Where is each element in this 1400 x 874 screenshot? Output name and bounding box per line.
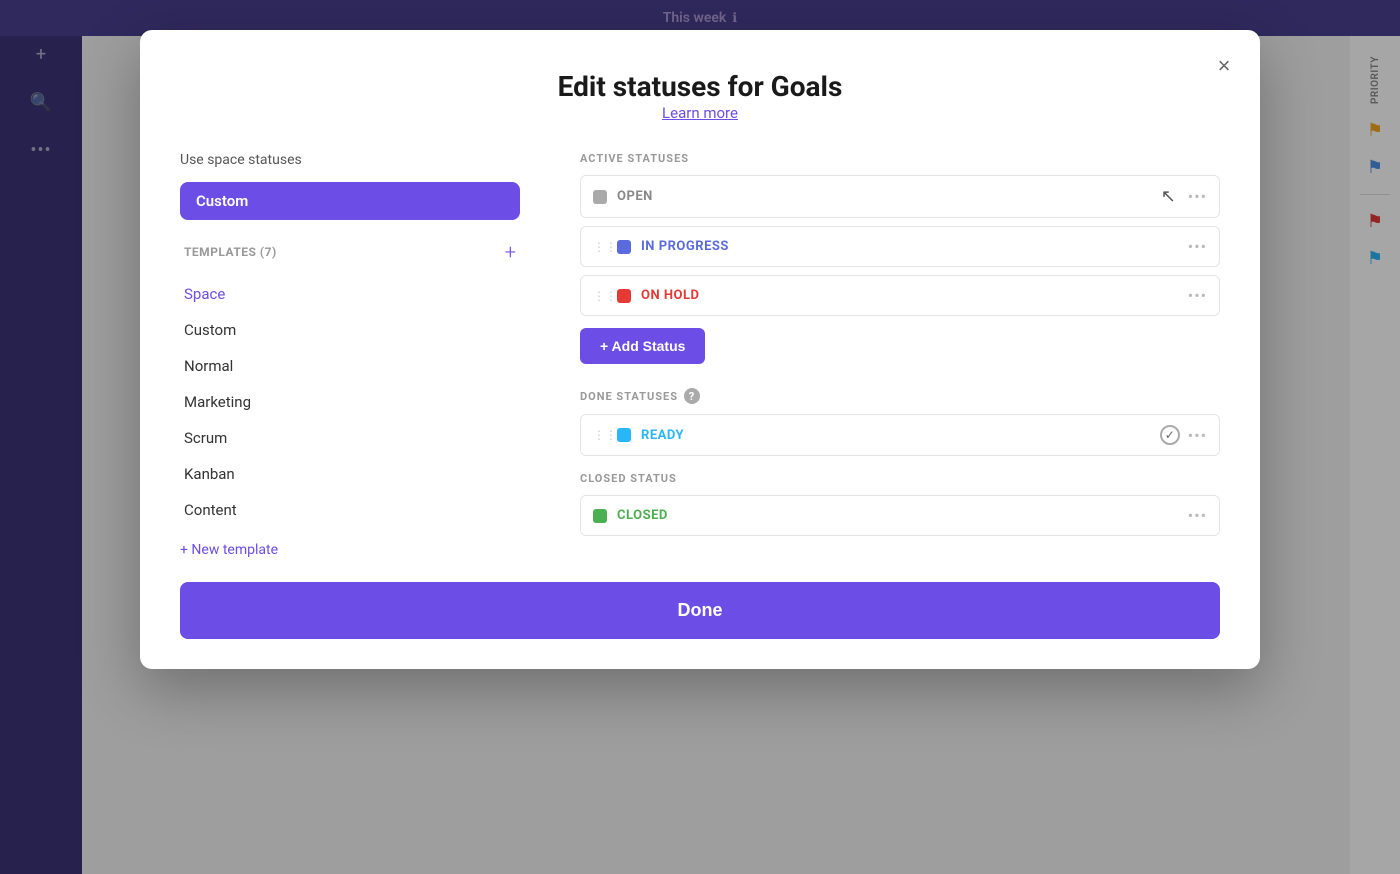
- modal-body: Use space statuses Custom TEMPLATES (7) …: [180, 152, 1220, 558]
- ready-dots-menu[interactable]: •••: [1188, 426, 1207, 445]
- left-panel: Use space statuses Custom TEMPLATES (7) …: [180, 152, 520, 558]
- in-progress-status-name: IN PROGRESS: [641, 239, 1188, 254]
- template-item-space[interactable]: Space: [180, 276, 520, 312]
- ready-drag-handle[interactable]: ⋮⋮: [593, 428, 609, 442]
- on-hold-dots-menu[interactable]: •••: [1188, 286, 1207, 305]
- templates-header: TEMPLATES (7) +: [180, 234, 520, 270]
- status-row-ready[interactable]: ⋮⋮ READY ✓ •••: [580, 414, 1220, 456]
- active-statuses-label: ACTIVE STATUSES: [580, 152, 1220, 165]
- closed-status-label: CLOSED STATUS: [580, 472, 1220, 485]
- cursor-icon: ↖: [1161, 186, 1176, 207]
- modal-title: Edit statuses for Goals: [180, 70, 1220, 103]
- status-row-closed[interactable]: CLOSED •••: [580, 495, 1220, 536]
- closed-section: CLOSED STATUS CLOSED •••: [580, 472, 1220, 536]
- new-template-link[interactable]: + New template: [180, 542, 520, 558]
- ready-status-actions: ✓ •••: [1160, 425, 1207, 445]
- in-progress-status-actions: •••: [1188, 237, 1207, 256]
- open-dots-menu[interactable]: •••: [1188, 187, 1207, 206]
- template-item-content[interactable]: Content: [180, 492, 520, 528]
- right-content: ACTIVE STATUSES OPEN ↖ ••• ⋮⋮: [580, 152, 1220, 558]
- templates-add-icon[interactable]: +: [505, 242, 516, 262]
- closed-status-name: CLOSED: [617, 508, 1188, 523]
- use-space-label: Use space statuses: [180, 152, 520, 168]
- closed-dots-menu[interactable]: •••: [1188, 506, 1207, 525]
- on-hold-dot: [617, 289, 631, 303]
- closed-dot: [593, 509, 607, 523]
- template-item-scrum[interactable]: Scrum: [180, 420, 520, 456]
- done-help-icon[interactable]: ?: [684, 388, 700, 404]
- on-hold-status-name: ON HOLD: [641, 288, 1188, 303]
- done-section: DONE STATUSES ? ⋮⋮ READY ✓ •••: [580, 388, 1220, 456]
- status-row-in-progress[interactable]: ⋮⋮ IN PROGRESS •••: [580, 226, 1220, 267]
- modal: × Edit statuses for Goals Learn more Use…: [140, 30, 1260, 669]
- modal-header: Edit statuses for Goals Learn more: [180, 70, 1220, 122]
- in-progress-drag-handle[interactable]: ⋮⋮: [593, 240, 609, 254]
- ready-status-name: READY: [641, 428, 1160, 443]
- in-progress-dots-menu[interactable]: •••: [1188, 237, 1207, 256]
- template-item-custom[interactable]: Custom: [180, 312, 520, 348]
- learn-more-link[interactable]: Learn more: [662, 104, 738, 122]
- template-item-kanban[interactable]: Kanban: [180, 456, 520, 492]
- close-button[interactable]: ×: [1208, 50, 1240, 82]
- done-statuses-label: DONE STATUSES ?: [580, 388, 1220, 404]
- open-dot: [593, 190, 607, 204]
- open-status-actions: ↖ •••: [1161, 186, 1207, 207]
- modal-overlay: × Edit statuses for Goals Learn more Use…: [0, 0, 1400, 874]
- done-button[interactable]: Done: [180, 582, 1220, 639]
- add-status-button[interactable]: + Add Status: [580, 328, 705, 364]
- status-row-on-hold[interactable]: ⋮⋮ ON HOLD •••: [580, 275, 1220, 316]
- template-item-normal[interactable]: Normal: [180, 348, 520, 384]
- in-progress-dot: [617, 240, 631, 254]
- templates-label: TEMPLATES (7): [184, 245, 277, 259]
- ready-check-icon: ✓: [1160, 425, 1180, 445]
- status-row-open[interactable]: OPEN ↖ •••: [580, 175, 1220, 218]
- open-status-name: OPEN: [617, 189, 1161, 204]
- closed-status-actions: •••: [1188, 506, 1207, 525]
- ready-dot: [617, 428, 631, 442]
- on-hold-status-actions: •••: [1188, 286, 1207, 305]
- on-hold-drag-handle[interactable]: ⋮⋮: [593, 289, 609, 303]
- template-item-marketing[interactable]: Marketing: [180, 384, 520, 420]
- custom-selected-item[interactable]: Custom: [180, 182, 520, 220]
